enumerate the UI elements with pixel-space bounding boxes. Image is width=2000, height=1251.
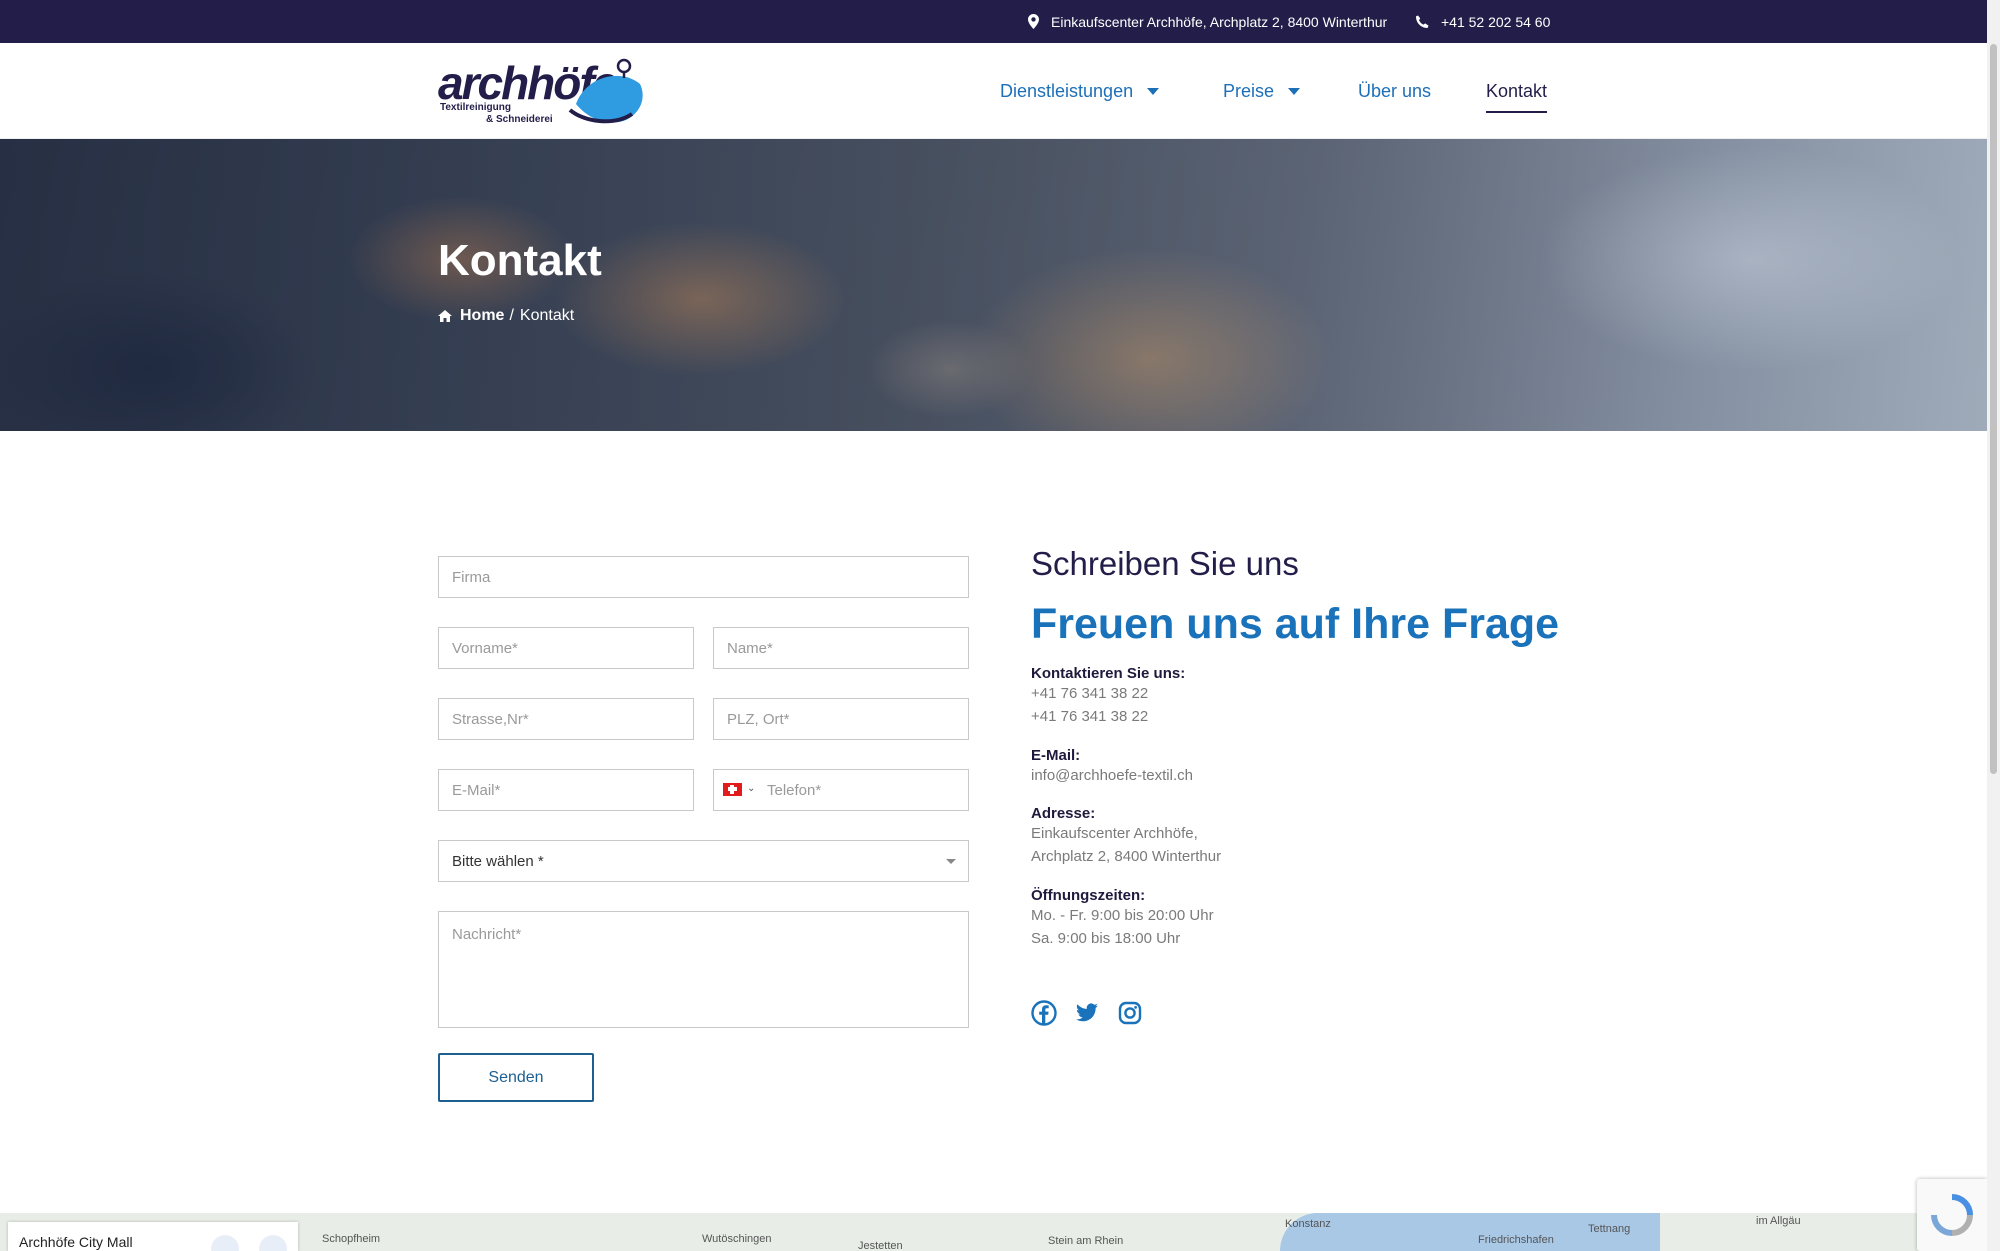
map-place-label: im Allgäu [1756,1215,1801,1227]
nachricht-textarea[interactable] [438,911,969,1028]
nav-ueber-uns-label: Über uns [1358,80,1432,101]
top-bar: Einkaufscenter Archhöfe, Archplatz 2, 84… [0,0,2000,43]
hero-banner: Kontakt Home / Kontakt [0,139,1987,431]
logo-tagline-1: Textilreinigung [440,102,511,113]
nav-preise[interactable]: Preise [1223,43,1301,139]
map-place-card: Archhöfe City Mall [8,1222,298,1251]
strasse-input[interactable] [438,698,694,740]
inquiry-select-value: Bitte wählen * [452,852,544,870]
nav-kontakt-label: Kontakt [1486,80,1548,101]
map-place-label: Friedrichshafen [1478,1234,1554,1246]
nav-ueber-uns[interactable]: Über uns [1358,43,1431,139]
address-line-1: Einkaufscenter Archhöfe, [1031,825,1198,842]
telefon-field: ⌄ [713,769,969,811]
contact-subheading: Freuen uns auf Ihre Frage [1031,600,1560,648]
map-place-label: Wutöschingen [702,1233,772,1245]
topbar-phone-text: +41 52 202 54 60 [1441,13,1551,30]
open-external-icon[interactable] [211,1235,239,1251]
map-place-label: Schopfheim [322,1233,381,1245]
breadcrumb-separator: / [509,307,514,324]
email-link[interactable]: info@archhoefe-textil.ch [1031,764,1193,787]
topbar-phone[interactable]: +41 52 202 54 60 [1415,0,1550,43]
map-place-label: Stein am Rhein [1048,1235,1124,1247]
nav-preise-label: Preise [1223,80,1275,101]
swiss-flag-icon[interactable] [723,783,742,796]
logo-mark-icon [568,58,643,124]
address-label: Adresse: [1031,805,1096,822]
site-logo[interactable]: archhöfe Textilreinigung & Schneiderei [438,56,648,126]
map-place-label: Konstanz [1285,1218,1331,1230]
phone-2[interactable]: +41 76 341 38 22 [1031,705,1148,728]
plz-ort-input[interactable] [713,698,969,740]
instagram-icon[interactable] [1117,1000,1143,1026]
dropdown-arrow-icon [946,859,956,864]
name-input[interactable] [713,627,969,669]
phone-1[interactable]: +41 76 341 38 22 [1031,682,1148,705]
hours-saturday: Sa. 9:00 bis 18:00 Uhr [1031,930,1181,947]
map-card-title: Archhöfe City Mall [19,1234,133,1250]
vorname-input[interactable] [438,627,694,669]
logo-tagline-2: & Schneiderei [486,114,553,125]
recaptcha-icon [1931,1194,1973,1236]
hero-overlay [0,139,1987,431]
breadcrumb: Home / Kontakt [438,307,574,325]
nav-dienstleistungen[interactable]: Dienstleistungen [1000,43,1160,139]
twitter-icon[interactable] [1074,1000,1100,1026]
phone-icon [1415,15,1429,28]
chevron-down-icon [1288,87,1301,95]
nav-dienstleistungen-label: Dienstleistungen [1000,80,1134,101]
hours-label: Öffnungszeiten: [1031,887,1146,904]
topbar-address-text: Einkaufscenter Archhöfe, Archplatz 2, 84… [1051,13,1388,30]
email-label: E-Mail: [1031,747,1081,764]
location-pin-icon [1028,14,1039,29]
directions-icon[interactable] [259,1235,287,1251]
home-icon [438,310,452,322]
recaptcha-badge[interactable] [1917,1179,1987,1251]
phone-label: Kontaktieren Sie uns: [1031,665,1186,682]
nav-kontakt[interactable]: Kontakt [1486,43,1548,139]
contact-heading: Schreiben Sie uns [1031,545,1299,582]
hours-weekdays: Mo. - Fr. 9:00 bis 20:00 Uhr [1031,907,1214,924]
page-title: Kontakt [438,236,602,285]
chevron-down-icon[interactable]: ⌄ [747,783,755,794]
breadcrumb-home-link[interactable]: Home [460,307,504,325]
email-input[interactable] [438,769,694,811]
topbar-address[interactable]: Einkaufscenter Archhöfe, Archplatz 2, 84… [1028,0,1387,43]
facebook-icon[interactable] [1031,1000,1057,1026]
scrollbar-thumb[interactable] [1990,44,1997,774]
inquiry-select[interactable]: Bitte wählen * [438,840,969,882]
map-place-label: Tettnang [1588,1223,1631,1235]
breadcrumb-current: Kontakt [519,307,575,324]
map-embed[interactable]: Schopfheim Wutöschingen Jestetten Stein … [0,1213,1987,1251]
chevron-down-icon [1147,87,1160,95]
map-place-label: Jestetten [858,1240,903,1251]
senden-button[interactable]: Senden [438,1053,594,1102]
firma-input[interactable] [438,556,969,598]
page-scrollbar[interactable] [1987,0,2000,1251]
address-line-2: Archplatz 2, 8400 Winterthur [1031,848,1222,865]
site-header: archhöfe Textilreinigung & Schneiderei D… [0,43,1987,139]
